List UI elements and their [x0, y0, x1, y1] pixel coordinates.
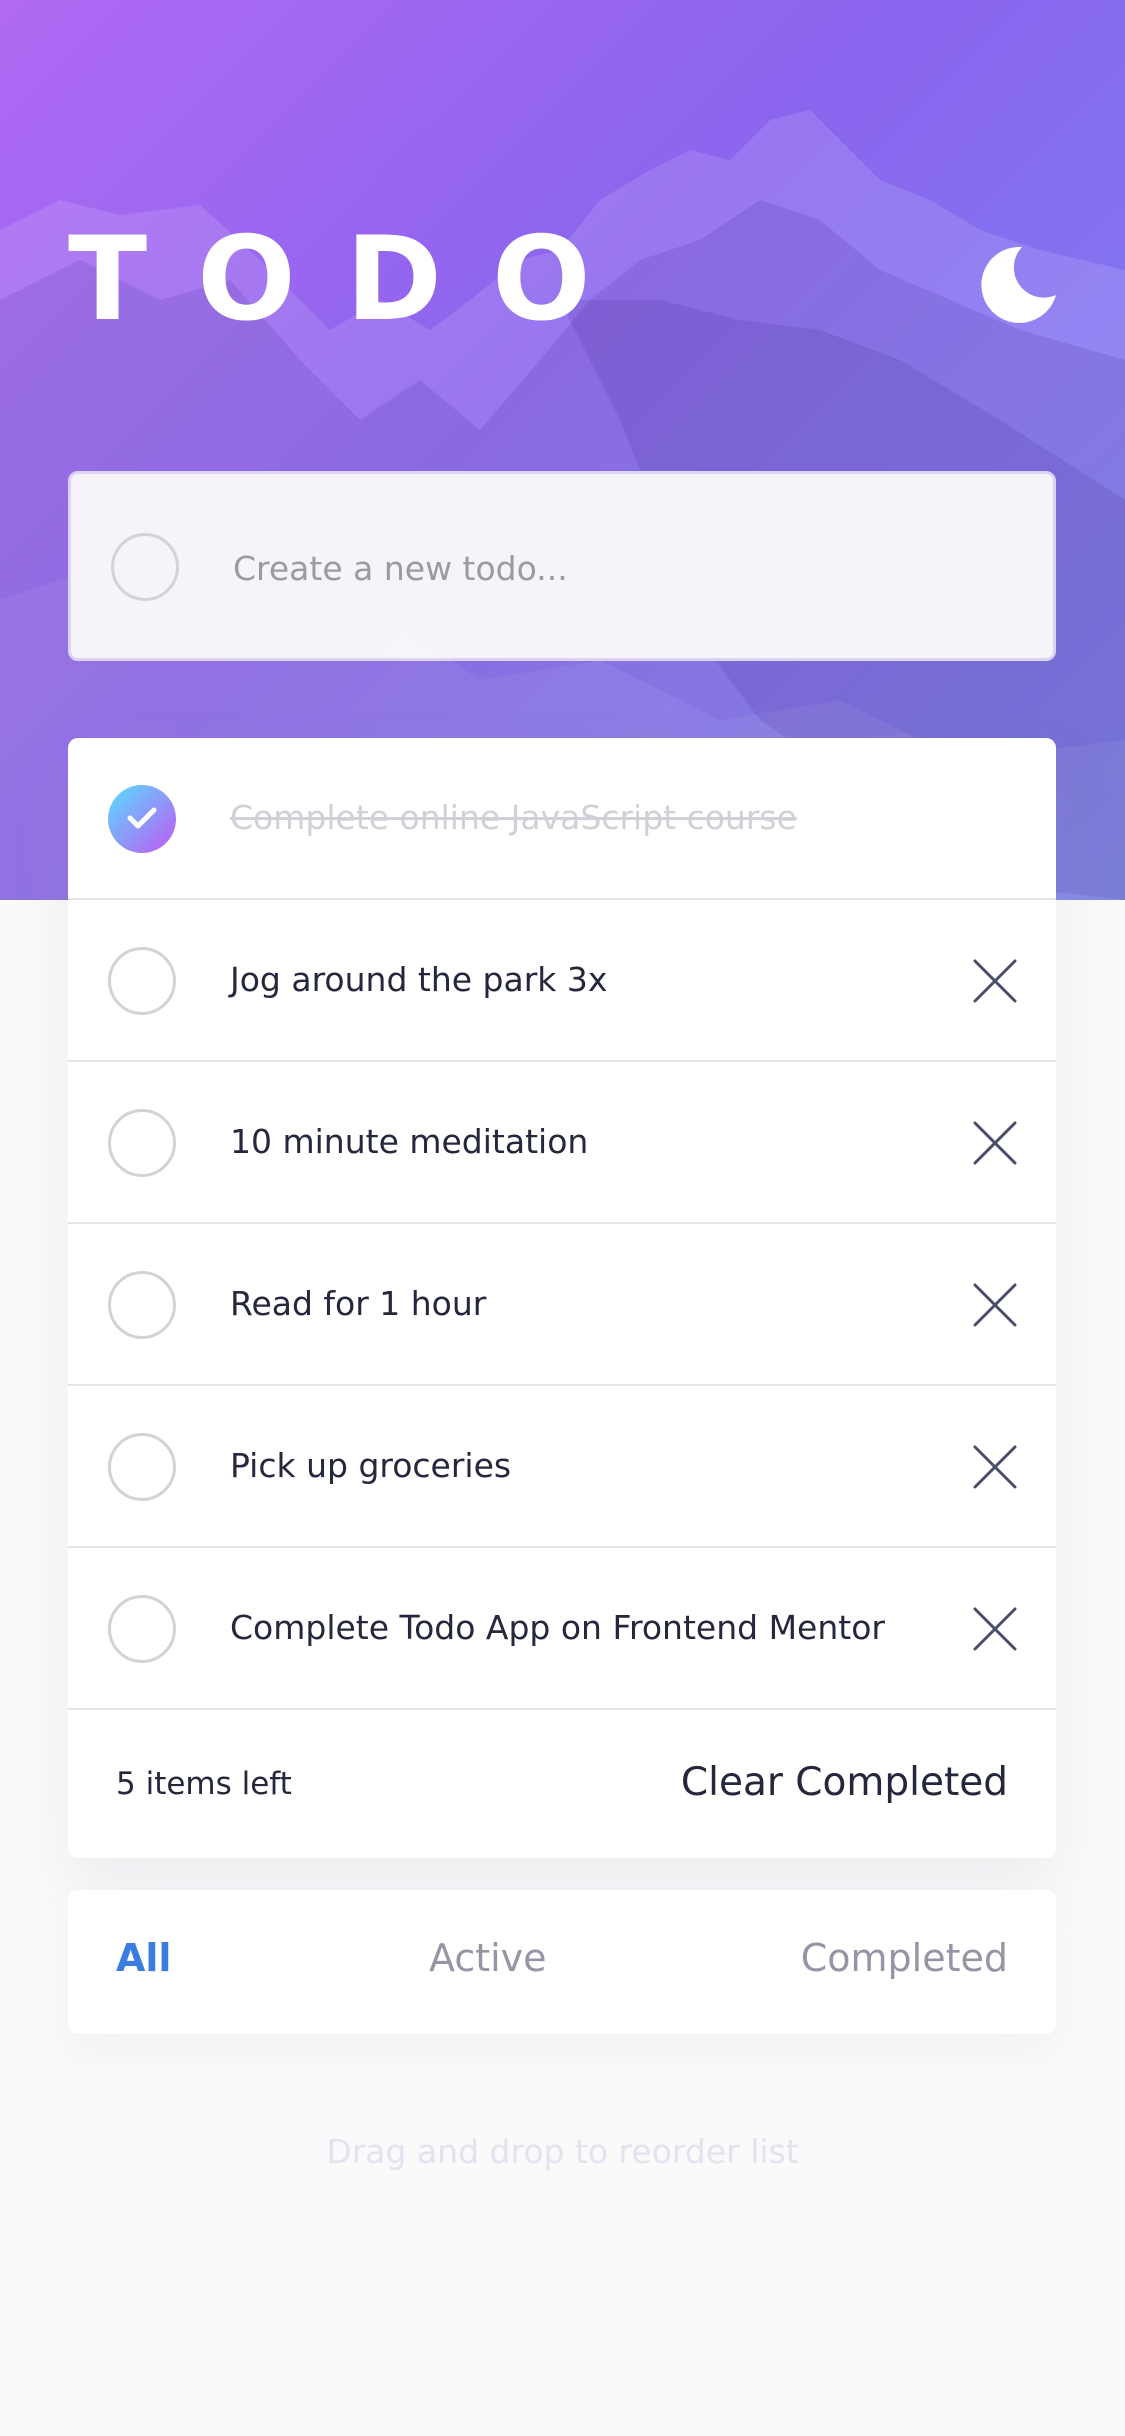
delete-icon[interactable] — [972, 1120, 1018, 1166]
todo-text: Pick up groceries — [230, 1446, 512, 1485]
todo-item[interactable]: Pick up groceries — [68, 1386, 1056, 1548]
todo-item[interactable]: Complete Todo App on Frontend Mentor — [68, 1548, 1056, 1710]
delete-icon[interactable] — [972, 1444, 1018, 1490]
reorder-hint: Drag and drop to reorder list — [326, 2132, 799, 2171]
filter-all-button[interactable]: All — [116, 1936, 171, 1980]
clear-completed-button[interactable]: Clear Completed — [681, 1760, 1008, 1805]
todo-checkbox[interactable] — [108, 1271, 176, 1339]
list-footer: 5 items left Clear Completed — [68, 1710, 1056, 1858]
new-todo-input[interactable] — [231, 529, 1015, 607]
todo-checkbox[interactable] — [108, 1595, 176, 1663]
items-left-count: 5 items left — [116, 1766, 292, 1802]
new-todo-checkbox[interactable] — [111, 533, 179, 601]
todo-item[interactable]: Complete online JavaScript course — [68, 738, 1056, 900]
app-title: TODO — [68, 212, 641, 347]
todo-item[interactable]: Read for 1 hour — [68, 1224, 1056, 1386]
theme-toggle-button[interactable] — [978, 245, 1058, 325]
todo-checkbox[interactable] — [108, 1109, 176, 1177]
todo-text: Jog around the park 3x — [230, 960, 608, 999]
todo-text: 10 minute meditation — [230, 1122, 589, 1161]
todo-text: Complete Todo App on Frontend Mentor — [230, 1608, 885, 1647]
delete-icon[interactable] — [972, 958, 1018, 1004]
todo-list: Complete online JavaScript course Jog ar… — [68, 738, 1056, 1858]
todo-item[interactable]: Jog around the park 3x — [68, 900, 1056, 1062]
todo-checkbox[interactable] — [108, 947, 176, 1015]
moon-icon — [981, 246, 1056, 323]
delete-icon[interactable] — [972, 1606, 1018, 1652]
filter-completed-button[interactable]: Completed — [801, 1936, 1008, 1980]
filter-active-button[interactable]: Active — [429, 1936, 547, 1980]
todo-checkbox-checked[interactable] — [108, 785, 176, 853]
new-todo-bar — [68, 471, 1056, 661]
todo-item[interactable]: 10 minute meditation — [68, 1062, 1056, 1224]
checkmark-icon — [127, 807, 157, 829]
todo-checkbox[interactable] — [108, 1433, 176, 1501]
todo-text: Complete online JavaScript course — [230, 798, 797, 837]
delete-icon[interactable] — [972, 1282, 1018, 1328]
todo-text: Read for 1 hour — [230, 1284, 487, 1323]
filter-bar: All Active Completed — [68, 1890, 1056, 2034]
